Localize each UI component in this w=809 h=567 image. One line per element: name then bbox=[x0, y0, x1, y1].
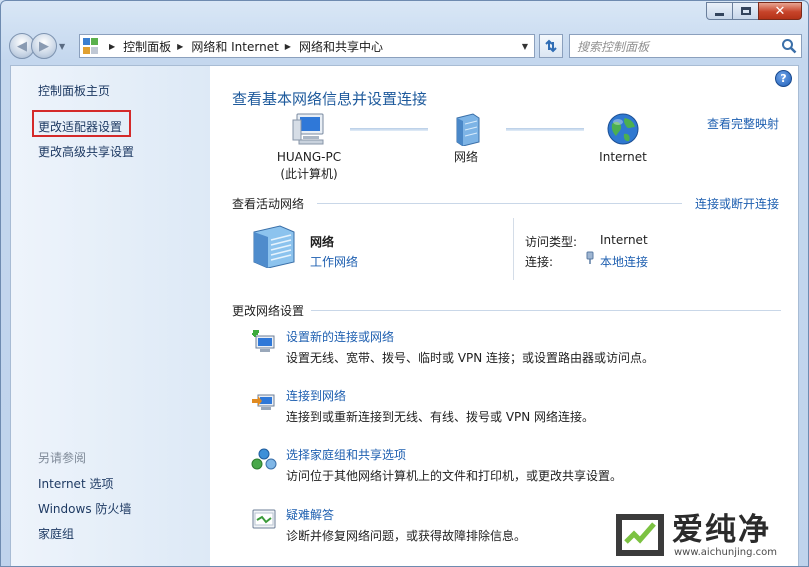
breadcrumb-control-panel[interactable]: 控制面板 bbox=[123, 38, 171, 55]
window-frame: ✕ ◀ ▶ ▼ ▶ 控制面板 ▶ 网络和 Internet ▶ 网络和共享中心 … bbox=[0, 0, 809, 567]
forward-button[interactable]: ▶ bbox=[31, 33, 57, 59]
control-panel-icon bbox=[83, 38, 99, 54]
close-icon: ✕ bbox=[774, 3, 786, 19]
full-map-link[interactable]: 查看完整映射 bbox=[707, 115, 779, 132]
internet-label: Internet bbox=[599, 150, 647, 164]
chevron-right-icon[interactable]: ▶ bbox=[177, 42, 183, 51]
sidebar-item-advanced-sharing-settings[interactable]: 更改高级共享设置 bbox=[38, 143, 134, 160]
vertical-divider bbox=[513, 218, 514, 280]
sidebar-item-control-panel-home[interactable]: 控制面板主页 bbox=[38, 82, 110, 99]
sidebar-item-homegroup[interactable]: 家庭组 bbox=[38, 525, 74, 542]
minimize-button[interactable] bbox=[706, 2, 733, 20]
active-network-heading: 查看活动网络 bbox=[232, 197, 305, 211]
watermark-logo-icon bbox=[616, 514, 664, 556]
internet-node[interactable]: Internet bbox=[598, 112, 648, 166]
navigation-bar: ◀ ▶ ▼ ▶ 控制面板 ▶ 网络和 Internet ▶ 网络和共享中心 ▼ … bbox=[9, 31, 802, 61]
access-type-value: Internet bbox=[600, 233, 648, 247]
sidebar-item-change-adapter-settings[interactable]: 更改适配器设置 bbox=[38, 118, 122, 135]
search-box[interactable]: 搜索控制面板 bbox=[569, 34, 802, 58]
sidebar: 控制面板主页 更改适配器设置 更改高级共享设置 另请参阅 Internet 选项… bbox=[11, 66, 210, 566]
computer-note: (此计算机) bbox=[280, 167, 338, 181]
chevron-right-icon[interactable]: ▶ bbox=[109, 42, 115, 51]
connect-disconnect-link[interactable]: 连接或断开连接 bbox=[695, 195, 779, 212]
network-type-link[interactable]: 工作网络 bbox=[310, 253, 358, 270]
section-divider bbox=[311, 310, 781, 311]
search-input[interactable]: 搜索控制面板 bbox=[577, 38, 649, 55]
watermark: 爱纯净 www.aichunjing.com bbox=[608, 504, 808, 566]
task-description: 诊断并修复网络问题，或获得故障排除信息。 bbox=[286, 529, 527, 543]
computer-name: HUANG-PC bbox=[276, 150, 342, 164]
address-bar[interactable]: ▶ 控制面板 ▶ 网络和 Internet ▶ 网络和共享中心 ▼ bbox=[79, 34, 535, 58]
watermark-title: 爱纯净 bbox=[672, 511, 771, 548]
map-connection-line bbox=[506, 128, 584, 131]
sidebar-item-windows-firewall[interactable]: Windows 防火墙 bbox=[38, 500, 131, 517]
maximize-icon bbox=[740, 7, 751, 15]
task-description: 连接到或重新连接到无线、有线、拨号或 VPN 网络连接。 bbox=[286, 410, 595, 424]
back-arrow-icon: ◀ bbox=[17, 38, 27, 54]
task-title-link[interactable]: 连接到网络 bbox=[286, 387, 346, 404]
ethernet-icon bbox=[586, 251, 594, 264]
breadcrumb-network-sharing-center[interactable]: 网络和共享中心 bbox=[299, 38, 383, 55]
search-icon[interactable] bbox=[781, 38, 797, 54]
task-title-link[interactable]: 选择家庭组和共享选项 bbox=[286, 446, 406, 463]
watermark-text: 爱纯净 www.aichunjing.com bbox=[672, 513, 777, 558]
connection-label: 连接: bbox=[525, 255, 554, 269]
main-panel: ? 查看基本网络信息并设置连接 查看完整映射 HUANG-PC (此计算机) 网… bbox=[210, 66, 798, 566]
task-description: 访问位于其他网络计算机上的文件和打印机，或更改共享设置。 bbox=[286, 469, 623, 483]
network-icon bbox=[456, 113, 480, 147]
access-type-label: 访问类型: bbox=[525, 235, 578, 249]
task-description: 设置无线、宽带、拨号、临时或 VPN 连接；或设置路由器或访问点。 bbox=[286, 351, 655, 365]
computer-icon bbox=[292, 113, 324, 145]
setup-connection-icon bbox=[252, 330, 275, 352]
section-divider bbox=[317, 203, 682, 204]
active-network-name: 网络 bbox=[310, 235, 335, 249]
local-connection-link[interactable]: 本地连接 bbox=[600, 253, 648, 270]
troubleshoot-icon bbox=[252, 509, 276, 529]
task-title-link[interactable]: 疑难解答 bbox=[286, 506, 334, 523]
globe-icon bbox=[607, 113, 639, 145]
help-icon[interactable]: ? bbox=[775, 70, 792, 87]
chevron-right-icon[interactable]: ▶ bbox=[285, 42, 291, 51]
task-title-link[interactable]: 设置新的连接或网络 bbox=[286, 328, 394, 345]
close-button[interactable]: ✕ bbox=[758, 2, 802, 20]
map-connection-line bbox=[350, 128, 428, 131]
connect-network-icon bbox=[252, 394, 275, 410]
computer-node[interactable]: HUANG-PC (此计算机) bbox=[276, 112, 342, 183]
address-dropdown-icon[interactable]: ▼ bbox=[522, 42, 528, 51]
building-network-icon bbox=[253, 225, 295, 268]
network-label: 网络 bbox=[453, 150, 478, 164]
maximize-button[interactable] bbox=[732, 2, 759, 20]
homegroup-icon bbox=[251, 448, 277, 470]
change-settings-heading: 更改网络设置 bbox=[232, 304, 305, 318]
network-node[interactable]: 网络 bbox=[446, 112, 486, 166]
see-also-heading: 另请参阅 bbox=[38, 451, 87, 465]
content-area: 控制面板主页 更改适配器设置 更改高级共享设置 另请参阅 Internet 选项… bbox=[10, 65, 799, 566]
sidebar-item-internet-options[interactable]: Internet 选项 bbox=[38, 475, 113, 492]
refresh-icon bbox=[545, 39, 557, 53]
caption-buttons: ✕ bbox=[706, 2, 802, 20]
watermark-url: www.aichunjing.com bbox=[674, 546, 777, 558]
refresh-button[interactable] bbox=[539, 34, 563, 58]
recent-pages-dropdown[interactable]: ▼ bbox=[59, 42, 65, 51]
minimize-icon bbox=[715, 12, 724, 16]
forward-arrow-icon: ▶ bbox=[39, 38, 49, 54]
breadcrumb-network-internet[interactable]: 网络和 Internet bbox=[191, 38, 278, 55]
page-title: 查看基本网络信息并设置连接 bbox=[232, 90, 428, 108]
